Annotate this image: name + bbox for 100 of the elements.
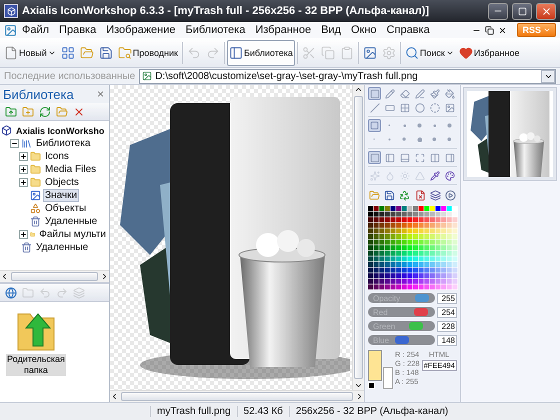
heart-icon (458, 46, 473, 60)
secondary-swatch[interactable] (368, 382, 375, 389)
palette-button[interactable] (428, 188, 442, 203)
close-button[interactable]: × (94, 87, 106, 101)
scrollbar[interactable] (352, 85, 364, 390)
brush-size-icon (416, 136, 422, 142)
tree-item[interactable]: Удаленные (43, 215, 100, 228)
file-delete-icon (414, 190, 426, 201)
tree-item[interactable]: Media Files (43, 163, 98, 176)
menu-item[interactable]: Вид (316, 24, 346, 36)
plus-icon (20, 179, 27, 186)
slider-thumb[interactable] (394, 336, 408, 344)
panel-icon (444, 152, 454, 162)
brush-size-icon (432, 124, 436, 128)
background-color-swatch[interactable] (383, 367, 393, 389)
recent-file-combo[interactable]: D:\soft\2008\customize\set-gray-\set-gray-\myTrash full.png (139, 68, 556, 84)
collapse-toggle[interactable] (10, 139, 19, 148)
toolbar-button[interactable] (20, 104, 35, 119)
line-icon (370, 102, 380, 112)
folder-plus-icon (22, 106, 34, 118)
tree-item[interactable]: Objects (43, 176, 81, 189)
menu-item[interactable]: Файл (17, 24, 54, 36)
toolbar-button[interactable] (54, 104, 69, 119)
value-field[interactable]: 254 (437, 306, 457, 318)
menu-item[interactable]: Справка (382, 24, 435, 36)
recent-label: Последние использованные (4, 70, 136, 82)
expand-toggle[interactable] (19, 165, 28, 174)
image-icon (30, 190, 41, 201)
new-button[interactable]: Новый (2, 40, 58, 66)
app-icon (4, 4, 18, 18)
value-field[interactable]: 255 (437, 292, 457, 304)
settings-icon (382, 46, 396, 60)
palette-button[interactable] (414, 188, 427, 203)
library-button[interactable]: Библиотека (226, 40, 295, 66)
box-icon (1, 125, 12, 136)
palette-button[interactable] (444, 188, 458, 203)
columns-icon (430, 152, 440, 162)
tree-item[interactable]: Axialis IconWorksho (14, 124, 106, 136)
tool-button[interactable] (428, 169, 441, 182)
menu-item[interactable]: Правка (54, 24, 102, 36)
dropdown-button[interactable] (541, 70, 555, 82)
explorer-button[interactable]: Проводник (116, 40, 180, 66)
folder-icon (22, 286, 34, 298)
sparkles-icon (370, 170, 380, 180)
tree-item[interactable]: Icons (43, 150, 71, 163)
tool-button[interactable] (368, 119, 381, 132)
value-field[interactable]: 228 (437, 320, 457, 332)
eraser-icon (400, 88, 410, 98)
window-title: Axialis IconWorkshop 6.3.3 - [myTrash full - 256x256 - 32 BPP (Альфа-канал)] (22, 5, 430, 17)
maximize-icon (414, 152, 424, 162)
plus-icon (20, 153, 27, 160)
brush-size-icon (432, 137, 437, 142)
folder-icon (30, 151, 41, 162)
palette-button[interactable] (383, 188, 396, 203)
select-icon (370, 88, 380, 98)
toolbar-button[interactable] (37, 104, 52, 119)
expand-toggle[interactable] (19, 178, 28, 187)
toolbar-button[interactable] (3, 104, 18, 119)
grid-icon (60, 46, 75, 60)
menu-item[interactable]: Избранное (250, 24, 316, 36)
droplet-icon (384, 170, 394, 180)
select-icon (370, 152, 380, 162)
palette-button[interactable] (398, 188, 412, 203)
image-icon (362, 46, 377, 60)
menu-item[interactable]: Изображение (101, 24, 181, 36)
expand-toggle[interactable] (19, 230, 28, 239)
folder-icon (30, 177, 41, 188)
recycle-icon (399, 190, 410, 201)
menu-item[interactable]: Окно (346, 24, 382, 36)
menu-item[interactable]: Библиотека (180, 24, 250, 36)
rectangle-icon (384, 102, 394, 112)
slider-thumb[interactable] (414, 294, 429, 302)
search-button[interactable]: Поиск (402, 40, 456, 66)
tool-button[interactable] (443, 169, 456, 182)
ellipse-icon (414, 102, 424, 112)
restore-button[interactable] (483, 26, 496, 34)
tree-item[interactable]: Удаленные (34, 241, 90, 254)
restore-icon (485, 26, 494, 34)
tree-item[interactable]: Значки (43, 189, 80, 202)
value-field[interactable]: 148 (437, 334, 457, 346)
shapes-icon (30, 203, 41, 214)
slider-thumb[interactable] (409, 322, 424, 330)
play-icon (444, 190, 456, 201)
close-icon (498, 26, 508, 34)
status-text: 256x256 - 32 BPP (Альфа-канал) (288, 406, 454, 417)
color-swatch[interactable] (368, 350, 382, 381)
expand-toggle[interactable] (19, 152, 28, 161)
close-button[interactable] (536, 2, 556, 20)
favorites-button[interactable]: Избранное (456, 40, 522, 66)
toolbar-button[interactable] (3, 285, 18, 300)
tree-item[interactable]: Файлы мульти (37, 228, 108, 241)
maximize-button[interactable] (512, 2, 532, 20)
scrollbar[interactable] (110, 390, 364, 402)
slider-thumb[interactable] (414, 308, 428, 316)
scrollbar[interactable] (0, 270, 109, 282)
select-icon (370, 121, 379, 130)
color-palette-drawing[interactable] (368, 206, 458, 290)
tree-item[interactable]: Библиотека (34, 137, 92, 150)
brush-size-icon (417, 123, 422, 128)
tree-item[interactable]: Объекты (43, 202, 88, 215)
